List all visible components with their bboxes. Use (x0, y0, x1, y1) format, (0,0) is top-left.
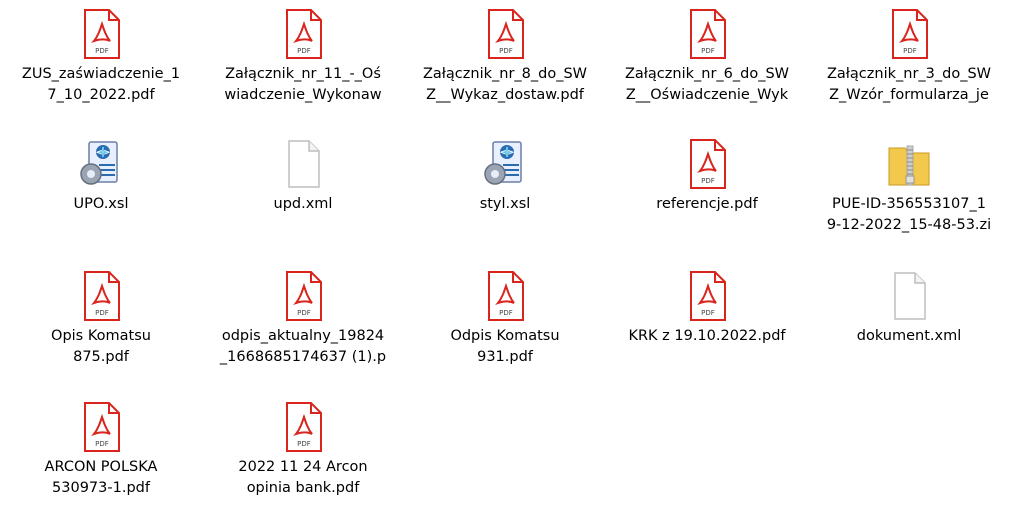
file-item-pdf[interactable]: PDF Załącznik_nr_3_do_SW Z_Wzór_formular… (808, 0, 1010, 106)
svg-text:PDF: PDF (701, 309, 715, 317)
pdf-icon: PDF (479, 270, 531, 322)
file-item-pdf[interactable]: PDF Odpis Komatsu 931.pdf (404, 262, 606, 368)
file-item-xsl[interactable]: <> UPO.xsl (0, 130, 202, 215)
pdf-icon: PDF (681, 8, 733, 60)
svg-text:PDF: PDF (297, 47, 311, 55)
svg-text:PDF: PDF (95, 309, 109, 317)
pdf-icon: PDF (75, 270, 127, 322)
file-name-line1: upd.xml (273, 196, 333, 212)
file-name-line1: ARCON POLSKA (44, 459, 158, 475)
file-item-xsl[interactable]: <> styl.xsl (404, 130, 606, 215)
file-name-line1: UPO.xsl (73, 196, 129, 212)
svg-text:PDF: PDF (95, 440, 109, 448)
svg-text:PDF: PDF (499, 309, 513, 317)
zip-icon (883, 138, 935, 190)
svg-text:PDF: PDF (903, 47, 917, 55)
file-name-line1: dokument.xml (856, 328, 962, 344)
file-name-line1: Opis Komatsu (51, 328, 151, 344)
file-name-line2: opinia bank.pdf (246, 480, 360, 496)
pdf-icon: PDF (75, 401, 127, 453)
file-item-pdf[interactable]: PDF ARCON POLSKA 530973-1.pdf (0, 393, 202, 499)
file-name-line2: 7_10_2022.pdf (47, 87, 155, 103)
file-name-line1: ZUS_zaświadczenie_1 (21, 66, 181, 82)
file-name-line1: Załącznik_nr_8_do_SW (422, 66, 588, 82)
file-name-line2: 9-12-2022_15-48-53.zi (826, 217, 992, 233)
pdf-icon: PDF (883, 8, 935, 60)
xsl-icon: <> (479, 138, 531, 190)
file-name-line2: 931.pdf (477, 349, 533, 365)
pdf-icon: PDF (681, 138, 733, 190)
file-name-line1: referencje.pdf (656, 196, 758, 212)
file-name-line2: 875.pdf (73, 349, 129, 365)
svg-text:PDF: PDF (95, 47, 109, 55)
file-item-pdf[interactable]: PDF referencje.pdf (606, 130, 808, 215)
file-name-line2: Z_Wzór_formularza_je (829, 87, 989, 103)
file-name-line2: Z__Oświadczenie_Wyk (625, 87, 789, 103)
svg-text:PDF: PDF (297, 309, 311, 317)
file-icon (277, 138, 329, 190)
file-name-line1: PUE-ID-356553107_1 (832, 196, 986, 212)
file-item-pdf[interactable]: PDF Opis Komatsu 875.pdf (0, 262, 202, 368)
file-name-line1: styl.xsl (479, 196, 531, 212)
file-name-line1: Załącznik_nr_11_-_Oś (225, 66, 381, 82)
file-name-line1: 2022 11 24 Arcon (238, 459, 368, 475)
file-name-line2: 530973-1.pdf (52, 480, 150, 496)
file-name-line1: odpis_aktualny_19824 (221, 328, 385, 344)
pdf-icon: PDF (479, 8, 531, 60)
xsl-icon: <> (75, 138, 127, 190)
file-grid: PDF ZUS_zaświadczenie_1 7_10_2022.pdf PD… (0, 0, 1024, 527)
svg-text:<>: <> (95, 148, 110, 158)
file-item-pdf[interactable]: PDF Załącznik_nr_11_-_Oś wiadczenie_Wyko… (202, 0, 404, 106)
file-item-pdf[interactable]: PDF 2022 11 24 Arcon opinia bank.pdf (202, 393, 404, 499)
svg-text:PDF: PDF (701, 177, 715, 185)
file-name-line1: KRK z 19.10.2022.pdf (628, 328, 786, 344)
file-item-pdf[interactable]: PDF KRK z 19.10.2022.pdf (606, 262, 808, 347)
file-name-line1: Załącznik_nr_3_do_SW (826, 66, 992, 82)
file-item-xml[interactable]: upd.xml (202, 130, 404, 215)
file-name-line2: _1668685174637 (1).p (219, 349, 387, 365)
svg-text:PDF: PDF (499, 47, 513, 55)
svg-text:<>: <> (499, 148, 514, 158)
svg-text:PDF: PDF (701, 47, 715, 55)
file-item-pdf[interactable]: PDF Załącznik_nr_8_do_SW Z__Wykaz_dostaw… (404, 0, 606, 106)
pdf-icon: PDF (277, 401, 329, 453)
file-item-xml[interactable]: dokument.xml (808, 262, 1010, 347)
file-icon (883, 270, 935, 322)
file-item-pdf[interactable]: PDF Załącznik_nr_6_do_SW Z__Oświadczenie… (606, 0, 808, 106)
file-item-zip[interactable]: PUE-ID-356553107_1 9-12-2022_15-48-53.zi (808, 130, 1010, 236)
svg-text:PDF: PDF (297, 440, 311, 448)
file-item-pdf[interactable]: PDF ZUS_zaświadczenie_1 7_10_2022.pdf (0, 0, 202, 106)
file-item-pdf[interactable]: PDF odpis_aktualny_19824 _1668685174637 … (202, 262, 404, 368)
pdf-icon: PDF (277, 270, 329, 322)
file-name-line1: Odpis Komatsu (450, 328, 560, 344)
pdf-icon: PDF (277, 8, 329, 60)
pdf-icon: PDF (75, 8, 127, 60)
pdf-icon: PDF (681, 270, 733, 322)
file-name-line1: Załącznik_nr_6_do_SW (624, 66, 790, 82)
file-name-line2: wiadczenie_Wykonaw (224, 87, 382, 103)
file-name-line2: Z__Wykaz_dostaw.pdf (426, 87, 584, 103)
